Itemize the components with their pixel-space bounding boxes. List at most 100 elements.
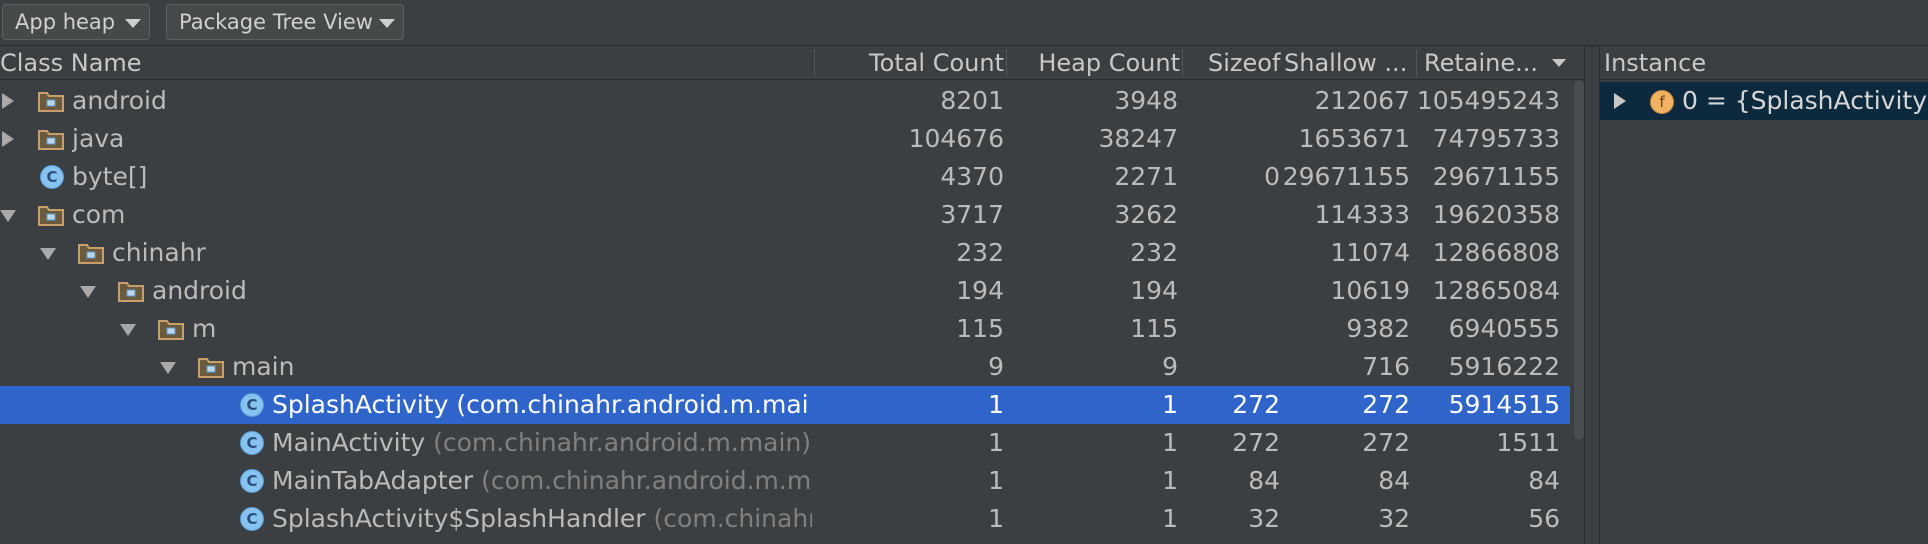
retained-size-cell: 19620358: [1432, 200, 1560, 229]
collapse-arrow-icon[interactable]: [80, 286, 96, 298]
retained-size-cell: 5916222: [1448, 352, 1560, 381]
class-name-cell: android: [152, 272, 812, 310]
sizeof-cell: 272: [1232, 390, 1280, 419]
package-name: (com.chinahr.android.m.main): [425, 428, 812, 457]
total-count-cell: 1: [988, 504, 1004, 533]
table-row[interactable]: C MainActivity (com.chinahr.android.m.mai…: [0, 424, 1570, 462]
toolbar: App heap Package Tree View: [0, 0, 1928, 46]
collapse-arrow-icon[interactable]: [120, 324, 136, 336]
retained-size-cell: 12866808: [1432, 238, 1560, 267]
expand-arrow-icon[interactable]: [2, 93, 14, 109]
retained-size-cell: 74795733: [1432, 124, 1560, 153]
class-name-cell: main: [232, 348, 812, 386]
instance-label: 0 = {SplashActivity@: [1682, 86, 1928, 115]
expand-arrow-icon[interactable]: [1614, 93, 1626, 109]
table-row[interactable]: android 8201 3948 212067 105495243: [0, 82, 1570, 120]
shallow-size-cell: 114333: [1314, 200, 1410, 229]
class-name: android: [152, 276, 247, 305]
collapse-arrow-icon[interactable]: [40, 248, 56, 260]
shallow-size-cell: 212067: [1314, 86, 1410, 115]
package-name: (com.chinahr.android.m.m: [473, 466, 812, 495]
folder-package-icon: [118, 282, 144, 302]
heap-select[interactable]: App heap: [2, 4, 150, 40]
class-name: MainTabAdapter: [272, 466, 474, 495]
sizeof-cell: [1190, 310, 1280, 348]
sizeof-cell: [1190, 82, 1280, 120]
sizeof-cell: [1190, 120, 1280, 158]
table-row[interactable]: main 9 9 716 5916222: [0, 348, 1570, 386]
shallow-size-cell: 272: [1362, 428, 1410, 457]
heap-count-cell: 3948: [1114, 86, 1178, 115]
table-row[interactable]: m 115 115 9382 6940555: [0, 310, 1570, 348]
retained-size-cell: 5914515: [1448, 390, 1560, 419]
heap-count-cell: 2271: [1114, 162, 1178, 191]
vertical-scrollbar[interactable]: [1574, 80, 1584, 440]
table-row[interactable]: com 3717 3262 114333 19620358: [0, 196, 1570, 234]
shallow-size-cell: 29671155: [1282, 162, 1410, 191]
instance-row[interactable]: f 0 = {SplashActivity@: [1600, 82, 1928, 120]
heap-count-cell: 3262: [1114, 200, 1178, 229]
class-name: byte[]: [72, 162, 148, 191]
total-count-cell: 8201: [940, 86, 1004, 115]
class-name: m: [192, 314, 217, 343]
field-icon: f: [1650, 90, 1674, 114]
column-divider[interactable]: [1182, 49, 1183, 77]
expand-arrow-icon[interactable]: [2, 131, 14, 147]
instance-header[interactable]: Instance: [1600, 46, 1928, 80]
class-name: com: [72, 200, 126, 229]
heap-count-cell: 1: [1162, 428, 1178, 457]
heap-count-cell: 194: [1130, 276, 1178, 305]
class-name-cell: java: [72, 120, 812, 158]
heap-count-cell: 1: [1162, 390, 1178, 419]
column-divider[interactable]: [1006, 49, 1007, 77]
table-row[interactable]: C SplashActivity$SplashHandler (com.china…: [0, 500, 1570, 538]
class-name-cell: m: [192, 310, 812, 348]
collapse-arrow-icon[interactable]: [160, 362, 176, 374]
total-count-cell: 1: [988, 466, 1004, 495]
collapse-arrow-icon[interactable]: [0, 210, 16, 222]
column-divider[interactable]: [814, 49, 815, 77]
class-name-cell: SplashActivity (com.chinahr.android.m.ma…: [272, 386, 812, 424]
retained-size-cell: 12865084: [1432, 276, 1560, 305]
heap-count-cell: 1: [1162, 466, 1178, 495]
table-row[interactable]: C SplashActivity (com.chinahr.android.m.m…: [0, 386, 1570, 424]
retained-size-cell: 105495243: [1416, 86, 1560, 115]
retained-size-cell: 84: [1528, 466, 1560, 495]
folder-package-icon: [38, 206, 64, 226]
table-row[interactable]: chinahr 232 232 11074 12866808: [0, 234, 1570, 272]
column-header-heap-count[interactable]: Heap Count: [1008, 46, 1180, 80]
class-name: chinahr: [112, 238, 206, 267]
total-count-cell: 115: [956, 314, 1004, 343]
class-name-cell: SplashActivity$SplashHandler (com.chinah…: [272, 500, 812, 538]
chevron-down-icon: [125, 19, 141, 28]
heap-count-cell: 9: [1162, 352, 1178, 381]
view-select-value: Package Tree View: [179, 10, 373, 34]
table-row[interactable]: C MainTabAdapter (com.chinahr.android.m.m…: [0, 462, 1570, 500]
column-header-sizeof[interactable]: Sizeof: [1208, 46, 1284, 80]
heap-count-cell: 1: [1162, 504, 1178, 533]
class-name: SplashActivity (com.chinahr.android.m.ma…: [272, 390, 809, 419]
retained-size-cell: 56: [1528, 504, 1560, 533]
class-table: Class Name Total Count Heap Count Sizeof…: [0, 46, 1584, 544]
class-name-cell: MainActivity (com.chinahr.android.m.main…: [272, 424, 812, 462]
view-select[interactable]: Package Tree View: [166, 4, 404, 40]
sizeof-cell: [1190, 196, 1280, 234]
column-header-total-count[interactable]: Total Count: [818, 46, 1004, 80]
column-header-class-name[interactable]: Class Name: [0, 46, 810, 80]
table-row[interactable]: android 194 194 10619 12865084: [0, 272, 1570, 310]
sort-descending-icon[interactable]: [1552, 59, 1566, 67]
class-name: SplashActivity$SplashHandler: [272, 504, 646, 533]
column-header-shallow-size[interactable]: Shallow ...: [1284, 46, 1414, 80]
total-count-cell: 104676: [908, 124, 1004, 153]
shallow-size-cell: 32: [1378, 504, 1410, 533]
folder-package-icon: [78, 244, 104, 264]
total-count-cell: 232: [956, 238, 1004, 267]
total-count-cell: 3717: [940, 200, 1004, 229]
column-divider[interactable]: [1416, 49, 1417, 77]
panel-splitter[interactable]: [1584, 46, 1600, 544]
column-header-retained-size[interactable]: Retaine...: [1424, 46, 1549, 80]
heap-count-cell: 232: [1130, 238, 1178, 267]
table-row[interactable]: java 104676 38247 1653671 74795733: [0, 120, 1570, 158]
sizeof-cell: 84: [1248, 466, 1280, 495]
table-row[interactable]: Cbyte[] 4370 2271 0 29671155 29671155: [0, 158, 1570, 196]
